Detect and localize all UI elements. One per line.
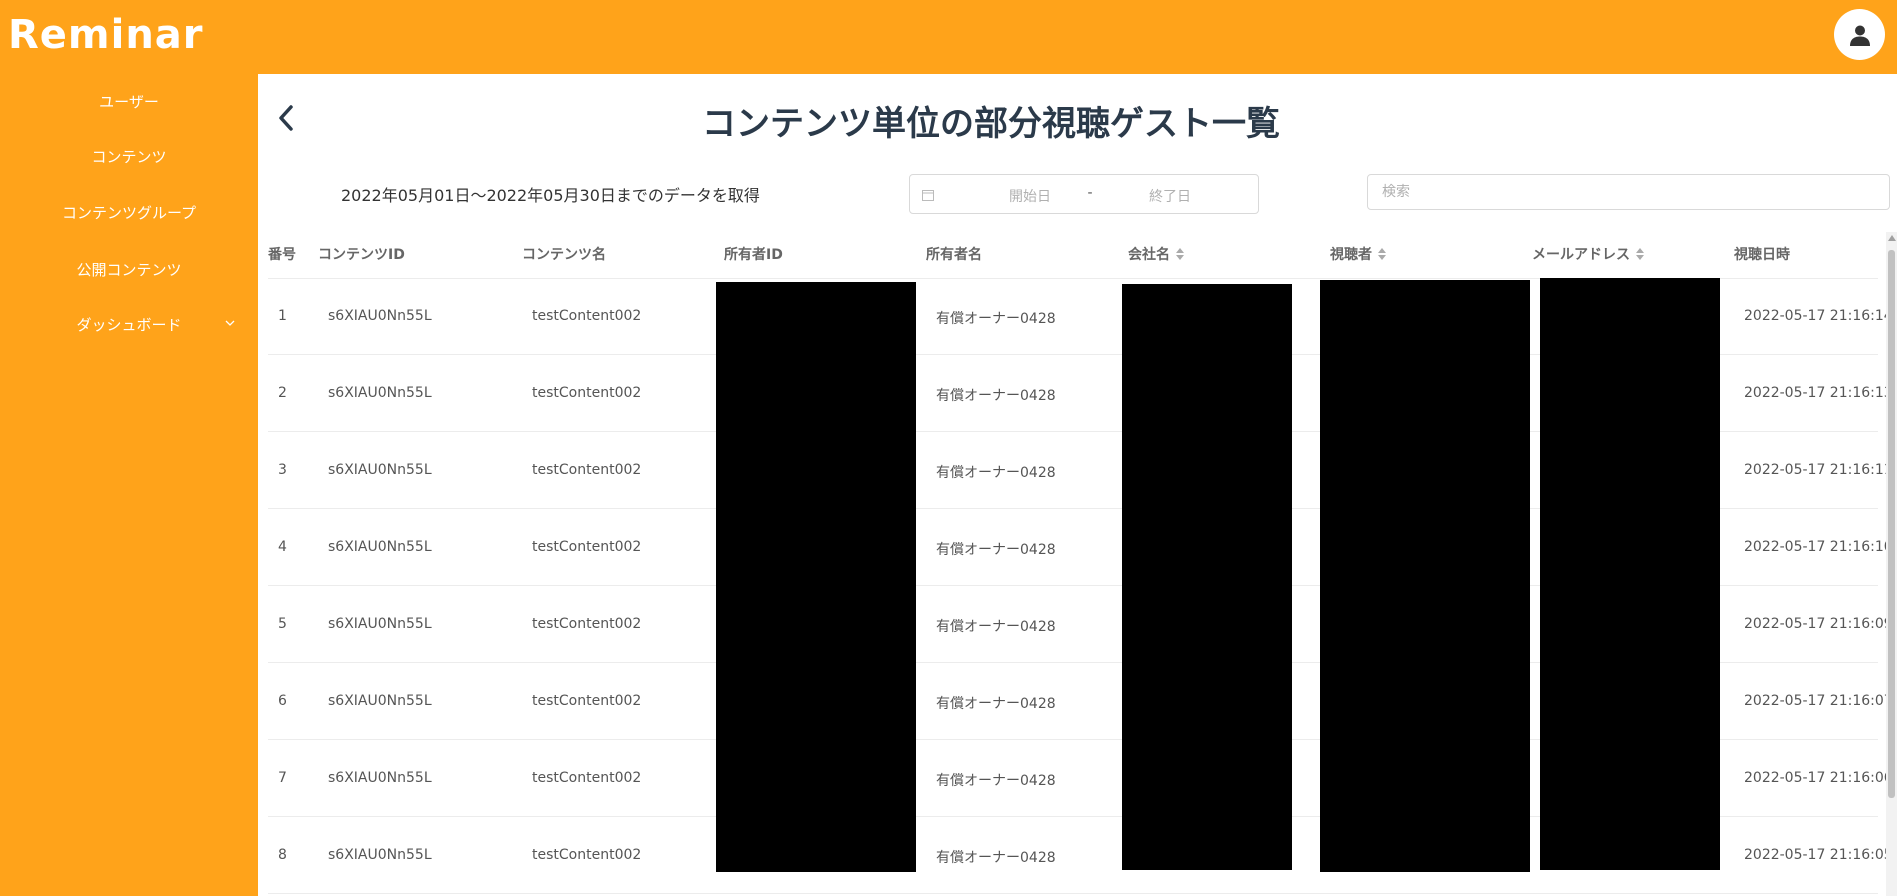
column-header-content-name: コンテンツ名: [522, 247, 606, 263]
column-header-owner-id: 所有者ID: [724, 247, 783, 263]
cell-content-name: testContent002: [532, 693, 642, 709]
cell-viewed-at: 2022-05-17 21:16:05: [1744, 847, 1893, 863]
cell-number: 5: [278, 616, 287, 632]
cell-content-id: s6XIAU0Nn55L: [328, 770, 432, 786]
calendar-icon: [922, 190, 934, 201]
column-header-viewer[interactable]: 視聴者: [1330, 244, 1386, 264]
cell-content-name: testContent002: [532, 770, 642, 786]
column-header-number: 番号: [268, 247, 296, 263]
redaction-block-company-name: [1122, 284, 1292, 870]
main-content: コンテンツ単位の部分視聴ゲスト一覧 2022年05月01日〜2022年05月30…: [258, 74, 1897, 896]
cell-owner-name: 有償オーナー0428: [936, 311, 1056, 327]
sidebar-item-label: 公開コンテンツ: [76, 260, 182, 279]
cell-viewed-at: 2022-05-17 21:16:10: [1744, 539, 1893, 555]
cell-number: 6: [278, 693, 287, 709]
cell-viewed-at: 2022-05-17 21:16:11: [1744, 462, 1893, 478]
end-date-input[interactable]: 終了日: [1100, 186, 1240, 206]
sidebar-item-label: コンテンツグループ: [61, 203, 197, 222]
sidebar-item-content-groups[interactable]: コンテンツグループ: [0, 197, 258, 227]
cell-number: 4: [278, 539, 287, 555]
column-header-content-id: コンテンツID: [318, 247, 405, 263]
app-logo[interactable]: Reminar: [8, 12, 204, 58]
date-range-picker[interactable]: 開始日 - 終了日: [909, 174, 1259, 214]
table-scrollbar[interactable]: [1886, 232, 1897, 896]
sidebar-item-label: ダッシュボード: [76, 315, 182, 334]
cell-content-id: s6XIAU0Nn55L: [328, 385, 432, 401]
cell-content-id: s6XIAU0Nn55L: [328, 308, 432, 324]
redaction-block-viewer: [1320, 280, 1530, 872]
sort-icon[interactable]: [1378, 248, 1386, 260]
cell-content-name: testContent002: [532, 385, 642, 401]
cell-number: 2: [278, 385, 287, 401]
search-input[interactable]: [1367, 174, 1890, 210]
cell-viewed-at: 2022-05-17 21:16:07: [1744, 693, 1893, 709]
cell-number: 7: [278, 770, 287, 786]
cell-owner-name: 有償オーナー0428: [936, 696, 1056, 712]
cell-content-id: s6XIAU0Nn55L: [328, 693, 432, 709]
column-header-label: 視聴者: [1330, 247, 1372, 263]
cell-owner-name: 有償オーナー0428: [936, 773, 1056, 789]
cell-number: 3: [278, 462, 287, 478]
cell-viewed-at: 2022-05-17 21:16:14: [1744, 308, 1893, 324]
cell-content-id: s6XIAU0Nn55L: [328, 847, 432, 863]
cell-viewed-at: 2022-05-17 21:16:13: [1744, 385, 1893, 401]
column-header-company-name[interactable]: 会社名: [1128, 244, 1184, 264]
user-icon: [1849, 25, 1870, 46]
cell-number: 1: [278, 308, 287, 324]
cell-content-name: testContent002: [532, 539, 642, 555]
cell-content-id: s6XIAU0Nn55L: [328, 616, 432, 632]
cell-owner-name: 有償オーナー0428: [936, 388, 1056, 404]
user-avatar-button[interactable]: [1834, 9, 1885, 60]
cell-content-name: testContent002: [532, 616, 642, 632]
start-date-input[interactable]: 開始日: [980, 186, 1080, 206]
cell-owner-name: 有償オーナー0428: [936, 542, 1056, 558]
date-separator: -: [1087, 185, 1093, 201]
chevron-down-icon: [225, 320, 235, 326]
cell-owner-name: 有償オーナー0428: [936, 619, 1056, 635]
column-header-label: 会社名: [1128, 247, 1170, 263]
column-header-owner-name: 所有者名: [926, 247, 982, 263]
sidebar-item-label: ユーザー: [99, 92, 159, 111]
cell-content-name: testContent002: [532, 847, 642, 863]
top-bar: Reminar: [0, 0, 1897, 74]
sidebar: ユーザー コンテンツ コンテンツグループ 公開コンテンツ ダッシュボード: [0, 74, 258, 896]
column-header-label: メールアドレス: [1532, 247, 1630, 263]
sort-icon[interactable]: [1176, 248, 1184, 260]
cell-content-id: s6XIAU0Nn55L: [328, 539, 432, 555]
sidebar-item-public-contents[interactable]: 公開コンテンツ: [0, 254, 258, 284]
cell-content-name: testContent002: [532, 462, 642, 478]
sidebar-item-contents[interactable]: コンテンツ: [0, 141, 258, 171]
redaction-block-owner-id: [716, 282, 916, 872]
sort-icon[interactable]: [1636, 248, 1644, 260]
sidebar-item-label: コンテンツ: [91, 147, 167, 166]
redaction-block-email: [1540, 278, 1720, 870]
cell-content-name: testContent002: [532, 308, 642, 324]
sidebar-item-dashboard[interactable]: ダッシュボード: [0, 309, 258, 339]
page-title: コンテンツ単位の部分視聴ゲスト一覧: [702, 104, 1280, 144]
cell-content-id: s6XIAU0Nn55L: [328, 462, 432, 478]
sidebar-item-users[interactable]: ユーザー: [0, 86, 258, 116]
scrollbar-thumb[interactable]: [1888, 250, 1895, 798]
cell-number: 8: [278, 847, 287, 863]
scroll-up-arrow-icon[interactable]: [1888, 235, 1896, 241]
date-range-description: 2022年05月01日〜2022年05月30日までのデータを取得: [341, 186, 760, 205]
column-header-viewed-at: 視聴日時: [1734, 247, 1790, 263]
cell-owner-name: 有償オーナー0428: [936, 850, 1056, 866]
cell-viewed-at: 2022-05-17 21:16:09: [1744, 616, 1893, 632]
cell-viewed-at: 2022-05-17 21:16:06: [1744, 770, 1893, 786]
cell-owner-name: 有償オーナー0428: [936, 465, 1056, 481]
column-header-email[interactable]: メールアドレス: [1532, 244, 1644, 264]
